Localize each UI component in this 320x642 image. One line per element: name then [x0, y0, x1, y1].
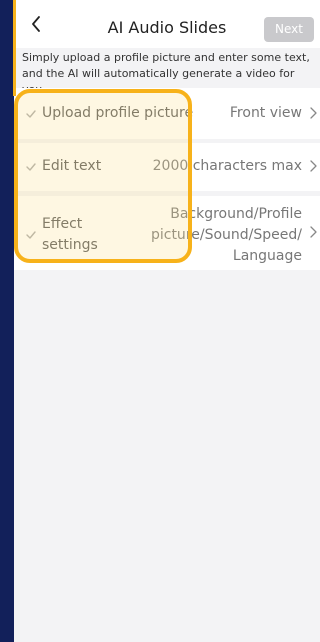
chevron-right-icon: [310, 107, 317, 119]
edit-text-row[interactable]: Edit text 2000 characters max: [14, 143, 320, 191]
row-value-line: Background/Profile: [170, 206, 302, 222]
row-left: Edit text: [26, 156, 101, 177]
chevron-right-icon: [310, 226, 317, 238]
upload-profile-picture-row[interactable]: Upload profile picture Front view: [14, 88, 320, 139]
check-icon: [26, 162, 36, 171]
check-icon: [26, 109, 36, 118]
row-left: Upload profile picture: [26, 103, 193, 124]
row-value-line: picture/Sound/Speed/: [150, 227, 302, 243]
app-screen: AI Audio Slides Next Simply upload a pro…: [13, 0, 320, 642]
highlight-pointer-line: [13, 0, 16, 96]
chevron-right-icon: [310, 160, 317, 172]
chevron-left-icon: [32, 16, 40, 32]
header-bar: AI Audio Slides Next: [14, 0, 320, 48]
effect-settings-row[interactable]: Effect settings Background/Profile pictu…: [14, 196, 320, 270]
page-title: AI Audio Slides: [107, 18, 227, 37]
row-label-line: Effect: [42, 216, 83, 232]
row-value: 2000 characters max: [152, 158, 302, 174]
row-label-line: settings: [42, 237, 98, 253]
row-value: Background/Profile picture/Sound/Speed/ …: [151, 204, 302, 267]
next-button[interactable]: Next: [264, 17, 314, 42]
row-label: Edit text: [42, 158, 102, 174]
row-left: Effect settings: [26, 214, 98, 256]
check-icon: [26, 231, 36, 239]
row-label: Upload profile picture: [42, 105, 194, 121]
row-value: Front view: [229, 105, 302, 121]
row-label: Effect settings: [42, 214, 98, 256]
back-button[interactable]: [24, 12, 48, 36]
row-value-line: Language: [232, 248, 302, 264]
